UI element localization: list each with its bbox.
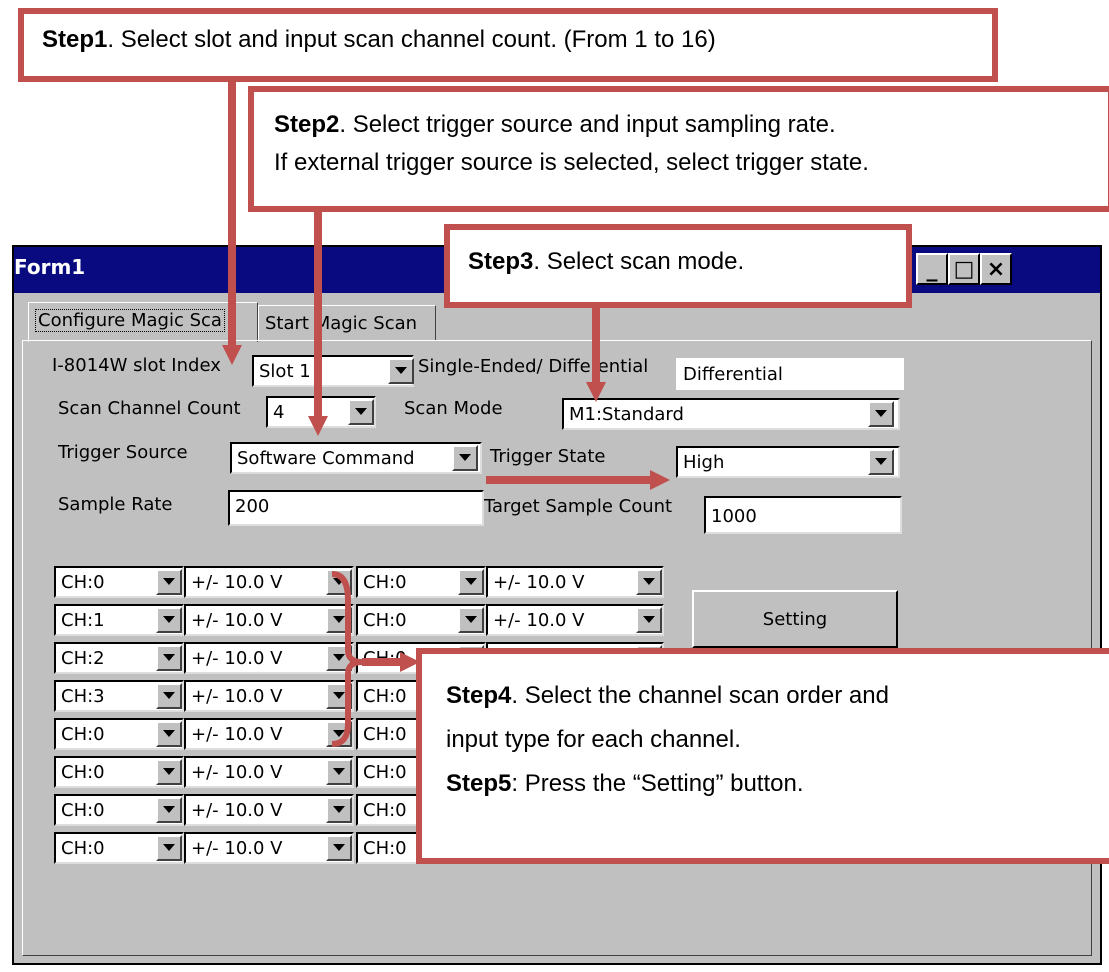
channel-select-a-dropdown-icon[interactable] [156, 721, 182, 747]
sample-rate-label: Sample Rate [58, 494, 173, 515]
scan-mode-label: Scan Mode [404, 398, 503, 419]
step4-step5-callout: Step4. Select the channel scan order and… [416, 648, 1109, 864]
step2-arrow-line [314, 212, 322, 420]
channel-select-a-dropdown-icon[interactable] [156, 835, 182, 861]
step2-line2: If external trigger source is selected, … [274, 149, 869, 176]
range-select-a-dropdown-icon[interactable] [326, 759, 352, 785]
channel-select-b-dropdown-icon[interactable] [458, 607, 484, 633]
step2-text: . Select trigger source and input sampli… [339, 111, 836, 138]
maximize-button[interactable]: □ [948, 253, 980, 285]
range-select-a-dropdown-icon[interactable] [326, 797, 352, 823]
minimize-icon: _ [926, 256, 938, 282]
channel-select-a-dropdown-icon[interactable] [156, 759, 182, 785]
setting-button[interactable]: Setting [692, 590, 898, 648]
trigger-source-label: Trigger Source [58, 442, 188, 463]
channel-select-a-dropdown-icon[interactable] [156, 569, 182, 595]
step4-label: Step4 [446, 682, 512, 709]
target-sample-count-input[interactable]: 1000 [704, 496, 902, 534]
window-title: Form1 [14, 255, 86, 279]
channel-select-a-dropdown-icon[interactable] [156, 645, 182, 671]
bracket-arrow-head [400, 652, 420, 672]
step2-arrow-head [308, 416, 328, 436]
tab-start-magic-scan[interactable]: Start Magic Scan [258, 305, 436, 341]
step1-arrow-head [222, 345, 242, 365]
slot-index-label: I-8014W slot Index [52, 355, 221, 376]
range-select-a-dropdown-icon[interactable] [326, 835, 352, 861]
step3-label: Step3 [468, 248, 534, 275]
scan-mode-dropdown-icon[interactable] [868, 401, 894, 427]
step1-text: . Select slot and input scan channel cou… [107, 26, 716, 53]
step4-text: . Select the channel scan order and [511, 682, 889, 709]
close-icon: × [986, 256, 1006, 282]
range-select-b-dropdown-icon[interactable] [636, 569, 662, 595]
step1-label: Step1 [42, 26, 108, 53]
close-button[interactable]: × [980, 253, 1012, 285]
step3-arrow-head [586, 382, 606, 402]
step4-line2: input type for each channel. [446, 726, 741, 753]
step2-callout: Step2. Select trigger source and input s… [248, 86, 1109, 212]
channel-select-a-dropdown-icon[interactable] [156, 797, 182, 823]
scan-channel-count-dropdown-icon[interactable] [348, 399, 374, 425]
tab-label: Configure Magic Sca [35, 309, 225, 332]
maximize-icon: □ [953, 256, 975, 282]
tab-configure-magic-scan[interactable]: Configure Magic Sca [28, 302, 258, 342]
minimize-button[interactable]: _ [916, 253, 948, 285]
step2-label: Step2 [274, 111, 340, 138]
tab-label: Start Magic Scan [265, 313, 418, 334]
trigger-source-select[interactable]: Software Command [230, 442, 482, 474]
trigger-state-arrow-head [650, 470, 670, 490]
se-diff-label: Single-Ended/ Differential [418, 356, 649, 377]
channel-select-a-dropdown-icon[interactable] [156, 607, 182, 633]
trigger-state-label: Trigger State [490, 446, 606, 467]
trigger-source-dropdown-icon[interactable] [452, 445, 478, 471]
step1-arrow-line [228, 82, 236, 350]
target-sample-count-label: Target Sample Count [484, 496, 673, 517]
se-diff-field: Differential [676, 358, 904, 390]
step3-callout: Step3. Select scan mode. [444, 224, 912, 308]
slot-index-dropdown-icon[interactable] [388, 358, 414, 384]
scan-channel-count-label: Scan Channel Count [58, 398, 241, 419]
step3-arrow-line [592, 308, 600, 386]
step5-text: : Press the “Setting” button. [511, 770, 804, 797]
trigger-state-arrow-line [486, 476, 652, 484]
channel-select-a-dropdown-icon[interactable] [156, 683, 182, 709]
bracket-path [331, 571, 363, 747]
trigger-state-select[interactable]: High [676, 446, 900, 478]
channel-select-b-dropdown-icon[interactable] [458, 569, 484, 595]
step4-bracket [331, 571, 420, 747]
step1-callout: Step1. Select slot and input scan channe… [18, 8, 998, 82]
sample-rate-input[interactable]: 200 [228, 490, 484, 526]
scan-mode-select[interactable]: M1:Standard [562, 398, 900, 430]
step5-label: Step5 [446, 770, 512, 797]
step3-text: . Select scan mode. [533, 248, 745, 275]
range-select-b-dropdown-icon[interactable] [636, 607, 662, 633]
trigger-state-dropdown-icon[interactable] [868, 449, 894, 475]
